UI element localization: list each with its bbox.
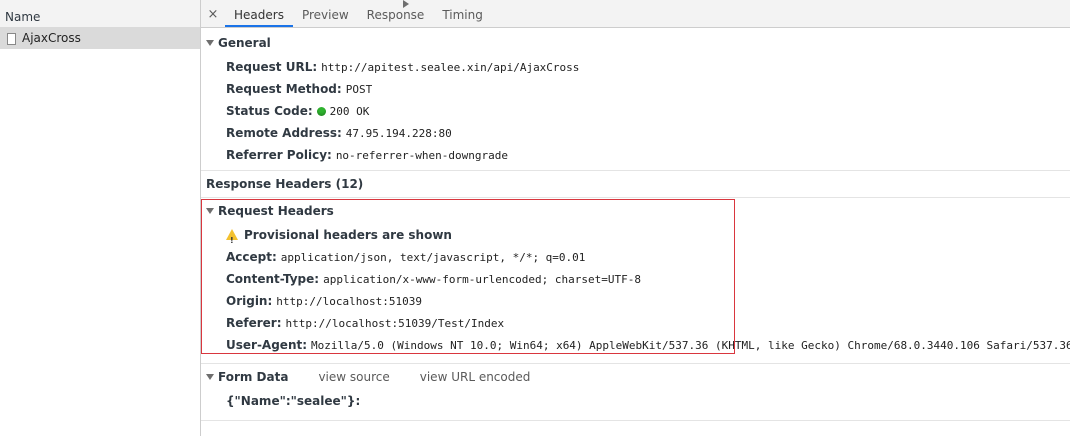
form-data-toggle[interactable]: Form Data view source view URL encoded [201, 364, 1070, 390]
header-row: Referer: http://localhost:51039/Test/Inde… [201, 312, 1070, 334]
response-headers-section: Response Headers (12) [201, 0, 1070, 198]
header-key: Referrer Policy: [226, 148, 332, 162]
tab-response[interactable]: Response [358, 2, 434, 27]
header-key: Content-Type: [226, 272, 320, 286]
view-url-encoded-link[interactable]: view URL encoded [420, 370, 531, 384]
tab-headers[interactable]: Headers [225, 2, 293, 27]
header-value: application/json, text/javascript, */*; … [280, 251, 586, 264]
provisional-warning: Provisional headers are shown [201, 224, 1070, 252]
header-key: Accept: [226, 250, 277, 264]
request-details-panel: × Headers Preview Response Timing Genera… [201, 0, 1070, 436]
header-value: Mozilla/5.0 (Windows NT 10.0; Win64; x64… [311, 339, 1070, 352]
close-icon[interactable]: × [201, 2, 225, 27]
header-value: http://localhost:51039 [276, 295, 422, 308]
details-tabbar: × Headers Preview Response Timing [201, 0, 1070, 28]
header-value: 47.95.194.228:80 [345, 127, 452, 140]
request-item-label: AjaxCross [22, 31, 81, 45]
header-row: Status Code: 200 OK [201, 100, 1070, 122]
header-row: Origin: http://localhost:51039 [201, 290, 1070, 312]
collapsed-triangle-icon [403, 0, 409, 8]
header-key: Referer: [226, 316, 282, 330]
header-row: Request URL: http://apitest.sealee.xin/ap… [201, 56, 1070, 78]
tab-timing[interactable]: Timing [433, 2, 492, 27]
header-key: User-Agent: [226, 338, 308, 352]
general-section: General Request URL: http://apitest.seale… [201, 30, 1070, 171]
warning-icon [226, 229, 238, 252]
header-row: Content-Type: application/x-www-form-urle… [201, 268, 1070, 290]
status-ok-icon [316, 107, 326, 116]
header-row: Request Method: POST [201, 78, 1070, 100]
header-row: Referrer Policy: no-referrer-when-downgra… [201, 144, 1070, 166]
request-headers-section: Request Headers Provisional headers are … [201, 198, 1070, 364]
header-key: Origin: [226, 294, 273, 308]
header-value: http://apitest.sealee.xin/api/AjaxCross [321, 61, 580, 74]
general-section-toggle[interactable]: General [201, 30, 1070, 56]
section-title: Request Headers [218, 204, 334, 218]
header-key: Remote Address: [226, 126, 342, 140]
request-list-panel: Name AjaxCross [0, 0, 201, 436]
header-row: Accept: application/json, text/javascript… [201, 246, 1070, 268]
form-data-section: Form Data view source view URL encoded {… [201, 364, 1070, 421]
expanded-triangle-icon [206, 40, 214, 46]
document-icon [7, 32, 16, 45]
expanded-triangle-icon [206, 208, 214, 214]
form-data-payload: {"Name":"sealee"}: [226, 394, 361, 408]
header-value: 200 OK [329, 105, 370, 118]
header-key: Status Code: [226, 104, 313, 118]
request-item-ajaxcross[interactable]: AjaxCross [0, 28, 200, 49]
header-value: http://localhost:51039/Test/Index [285, 317, 505, 330]
section-title: Form Data [218, 370, 289, 384]
header-row: Remote Address: 47.95.194.228:80 [201, 122, 1070, 144]
view-source-link[interactable]: view source [318, 370, 389, 384]
section-title: Response Headers (12) [206, 177, 364, 191]
response-headers-toggle[interactable]: Response Headers (12) [201, 0, 1070, 197]
header-value: POST [345, 83, 373, 96]
request-headers-toggle[interactable]: Request Headers [201, 198, 1070, 224]
warning-text: Provisional headers are shown [244, 228, 452, 242]
header-key: Request URL: [226, 60, 318, 74]
header-value: application/x-www-form-urlencoded; chars… [323, 273, 641, 286]
header-row: User-Agent: Mozilla/5.0 (Windows NT 10.0;… [201, 334, 1070, 356]
expanded-triangle-icon [206, 374, 214, 380]
tab-preview[interactable]: Preview [293, 2, 358, 27]
header-value: no-referrer-when-downgrade [335, 149, 508, 162]
header-key: Request Method: [226, 82, 342, 96]
section-title: General [218, 36, 271, 50]
name-column-header[interactable]: Name [0, 0, 200, 28]
